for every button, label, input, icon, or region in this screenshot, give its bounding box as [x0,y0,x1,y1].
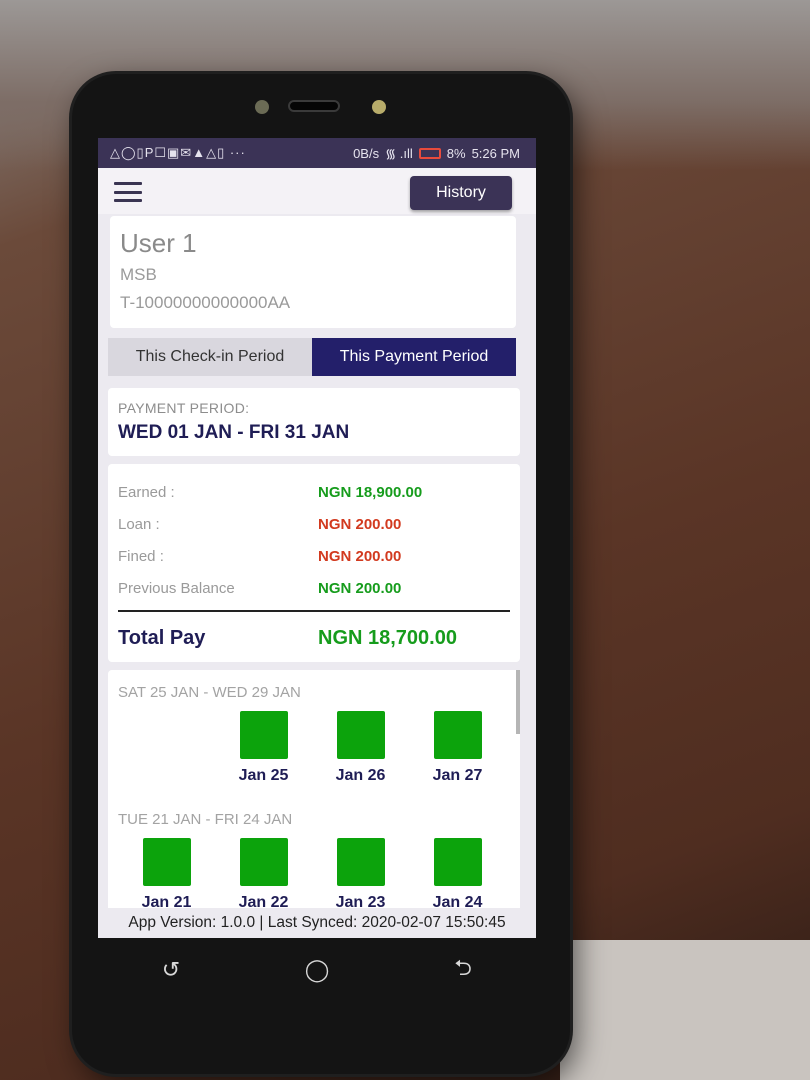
total-pay-value: NGN 18,700.00 [318,626,457,649]
earned-row: Earned : NGN 18,900.00 [118,476,510,508]
day-label: Jan 25 [238,767,289,784]
day-status-box [336,838,385,886]
previous-balance-label: Previous Balance [118,579,235,597]
back-icon[interactable]: ⮌ [443,951,483,989]
fined-value: NGN 200.00 [318,547,402,565]
day-item[interactable]: Jan 25 [215,711,312,793]
payment-summary-card: Earned : NGN 18,900.00 Loan : NGN 200.00… [108,464,520,662]
clock: 5:26 PM [471,145,520,161]
user-name: User 1 [120,228,197,258]
payment-period-value: WED 01 JAN - FRI 31 JAN [118,422,350,443]
period-tabs: This Check-in Period This Payment Period [108,338,516,376]
user-id: T-10000000000000AA [120,293,291,312]
battery-level: 8% [446,145,466,161]
signal-icon: ᯾ .ıll [385,146,413,161]
day-item[interactable]: Jan 27 [409,711,506,793]
day-status-box [336,711,385,759]
user-card: User 1 MSB T-10000000000000AA [110,216,516,328]
total-pay-label: Total Pay [118,626,206,649]
notification-icons: △◯▯P☐▣✉▲△▯ ··· [110,145,246,160]
day-status-box [433,711,482,759]
scrollbar[interactable] [516,670,520,734]
divider [118,610,510,612]
loan-row: Loan : NGN 200.00 [118,508,510,540]
app-screen: △◯▯P☐▣✉▲△▯ ··· 0B/s ᯾ .ıll 8% 5:26 PM Hi… [98,138,536,938]
day-item[interactable]: Jan 26 [312,711,409,793]
tab-payment-period[interactable]: This Payment Period [312,338,516,376]
proximity-sensor [372,100,386,114]
recent-apps-icon[interactable]: ↺ [151,957,191,983]
day-label: Jan 27 [432,767,483,784]
fined-label: Fined : [118,547,164,565]
week-days-row: Jan 25 Jan 26 Jan 27 [118,711,510,793]
week-label: SAT 25 JAN - WED 29 JAN [118,684,301,701]
week-label: TUE 21 JAN - FRI 24 JAN [118,811,293,828]
previous-balance-row: Previous Balance NGN 200.00 [118,572,510,604]
menu-icon[interactable] [114,182,142,202]
app-bar: History [98,168,536,214]
day-status-box [142,838,191,886]
status-right: 0B/s ᯾ .ıll 8% 5:26 PM [353,144,520,162]
loan-label: Loan : [118,515,160,533]
history-button[interactable]: History [410,176,512,210]
earned-label: Earned : [118,483,175,501]
fined-row: Fined : NGN 200.00 [118,540,510,572]
total-pay-row: Total Pay NGN 18,700.00 [118,620,510,656]
day-status-box [239,838,288,886]
payment-period-card: PAYMENT PERIOD: WED 01 JAN - FRI 31 JAN [108,388,520,456]
check-in-days-list[interactable]: SAT 25 JAN - WED 29 JAN Jan 25 Jan 26 Ja… [108,670,520,920]
earpiece-speaker [288,100,340,112]
tab-check-in-period[interactable]: This Check-in Period [108,338,312,376]
previous-balance-value: NGN 200.00 [318,579,402,597]
android-nav-bar: ↺ ◯ ⮌ [98,940,536,1000]
home-icon[interactable]: ◯ [297,957,337,983]
app-version-footer: App Version: 1.0.0 | Last Synced: 2020-0… [98,908,536,938]
day-slot-empty [118,711,215,793]
loan-value: NGN 200.00 [318,515,402,533]
network-speed: 0B/s [353,145,380,161]
user-organization: MSB [120,265,157,284]
front-camera [255,100,269,114]
payment-period-label: PAYMENT PERIOD: [118,400,250,416]
battery-icon [418,147,441,159]
day-status-box [433,838,482,886]
background-floor [560,940,810,1080]
status-bar: △◯▯P☐▣✉▲△▯ ··· 0B/s ᯾ .ıll 8% 5:26 PM [98,138,536,168]
day-status-box [239,711,288,759]
earned-value: NGN 18,900.00 [318,483,423,501]
day-label: Jan 26 [335,767,386,784]
